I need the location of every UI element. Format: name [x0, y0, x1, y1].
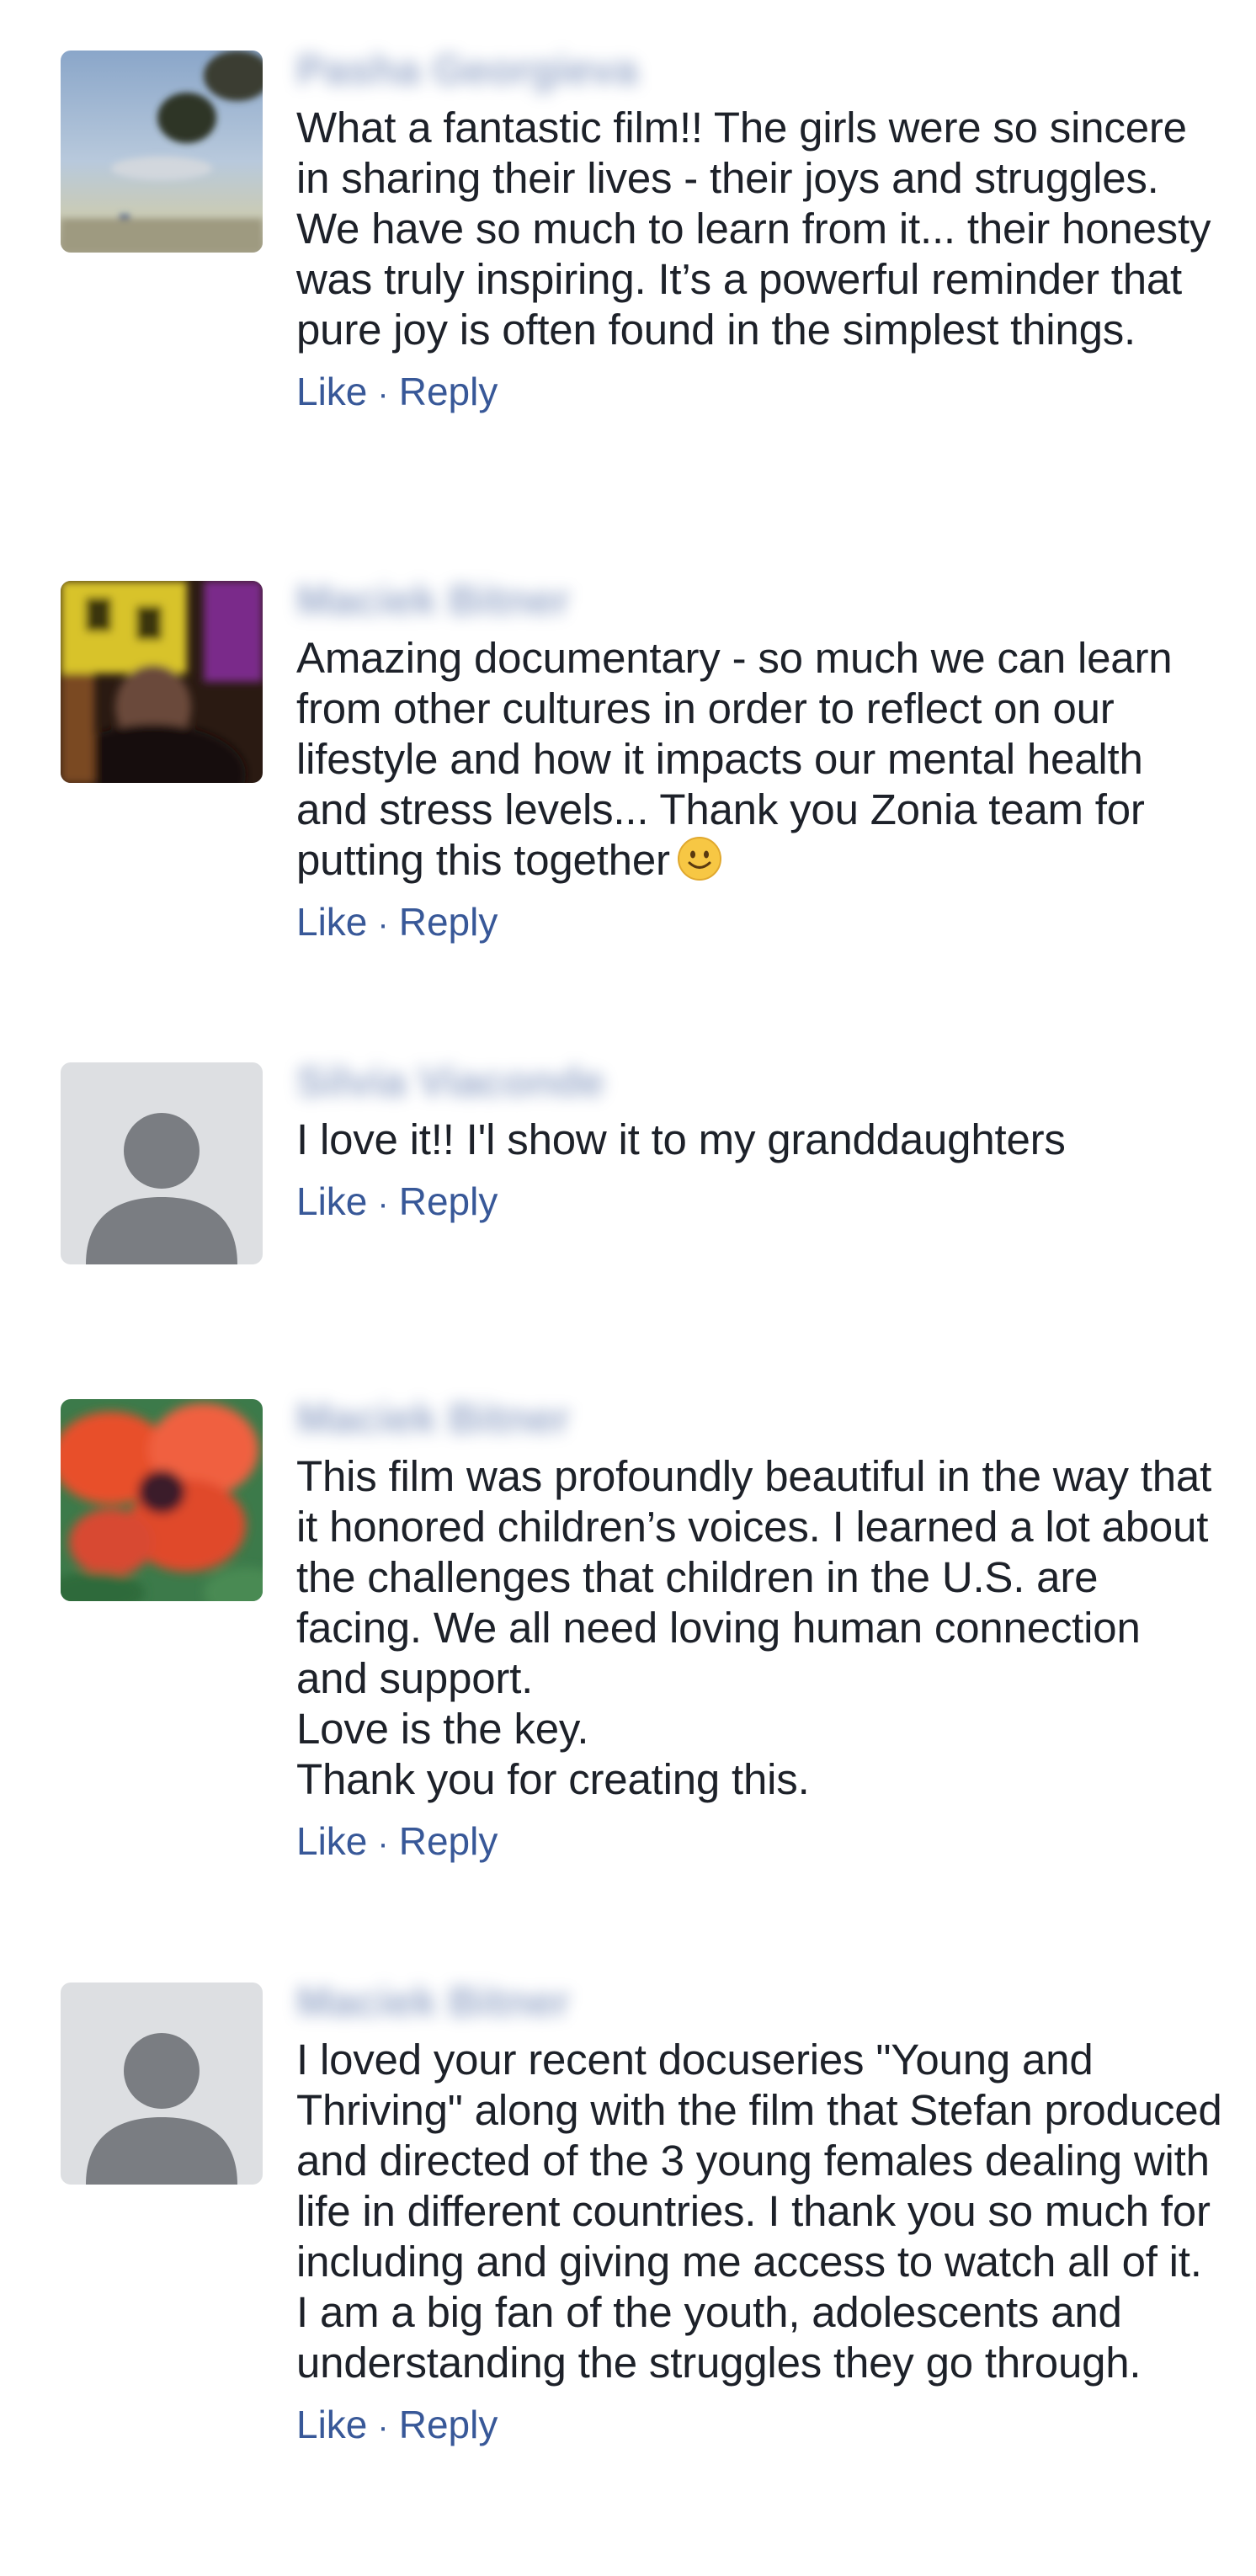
comment-text: What a fantastic film!! The girls were s… [296, 104, 1223, 354]
comment-actions: Like · Reply [296, 369, 1222, 417]
like-link[interactable]: Like [296, 1179, 367, 1223]
like-link[interactable]: Like [296, 1819, 367, 1863]
like-link[interactable]: Like [296, 370, 367, 413]
comment-text: I love it!! I'l show it to my granddaugh… [296, 1115, 1066, 1163]
avatar-photo-flower [61, 1399, 263, 1601]
author-name[interactable]: Maciek Bitner [296, 576, 1222, 625]
reply-link[interactable]: Reply [399, 900, 498, 944]
reply-link[interactable]: Reply [399, 1819, 498, 1863]
separator-dot: · [377, 1185, 389, 1222]
comment-text: I loved your recent docuseries "Young an… [296, 2036, 1234, 2387]
author-name[interactable]: Pasha Georgieva [296, 45, 1222, 94]
author-name[interactable]: Maciek Bitner [296, 1394, 1222, 1443]
comment-body: Maciek Bitner I loved your recent docuse… [296, 1978, 1234, 2450]
comment-actions: Like · Reply [296, 1179, 1222, 1227]
separator-dot: · [377, 1825, 389, 1862]
separator-dot: · [377, 375, 389, 412]
comment-actions: Like · Reply [296, 899, 1222, 947]
comment-text-content: Amazing documentary - so much we can lea… [296, 634, 1184, 884]
comment-actions: Like · Reply [296, 1818, 1222, 1866]
comment-body: Maciek Bitner Amazing documentary - so m… [296, 577, 1222, 947]
avatar[interactable] [61, 1399, 263, 1601]
reply-link[interactable]: Reply [399, 2403, 498, 2446]
avatar[interactable] [61, 581, 263, 783]
author-name[interactable]: Maciek Bitner [296, 1977, 1222, 2026]
comment-body: Pasha Georgieva What a fantastic film!! … [296, 46, 1223, 417]
avatar[interactable] [61, 1983, 263, 2185]
avatar[interactable] [61, 1062, 263, 1264]
avatar-photo-beach [61, 51, 263, 253]
comment-body: Silvia Viaconde I love it!! I'l show it … [296, 1058, 1222, 1227]
like-link[interactable]: Like [296, 2403, 367, 2446]
avatar-photo-person [61, 581, 263, 783]
default-avatar-icon [61, 1062, 263, 1264]
comment-text: Amazing documentary - so much we can lea… [296, 633, 1222, 886]
comment-actions: Like · Reply [296, 2402, 1222, 2450]
reply-link[interactable]: Reply [399, 370, 498, 413]
comment-body: Maciek Bitner This film was profoundly b… [296, 1395, 1222, 1866]
reply-link[interactable]: Reply [399, 1179, 498, 1223]
separator-dot: · [377, 906, 389, 943]
like-link[interactable]: Like [296, 900, 367, 944]
avatar[interactable] [61, 51, 263, 253]
comment-text: This film was profoundly beautiful in th… [296, 1452, 1212, 1803]
default-avatar-icon [61, 1983, 263, 2185]
author-name[interactable]: Silvia Viaconde [296, 1057, 1222, 1106]
smiley-face-icon [677, 837, 721, 881]
separator-dot: · [377, 2408, 389, 2446]
